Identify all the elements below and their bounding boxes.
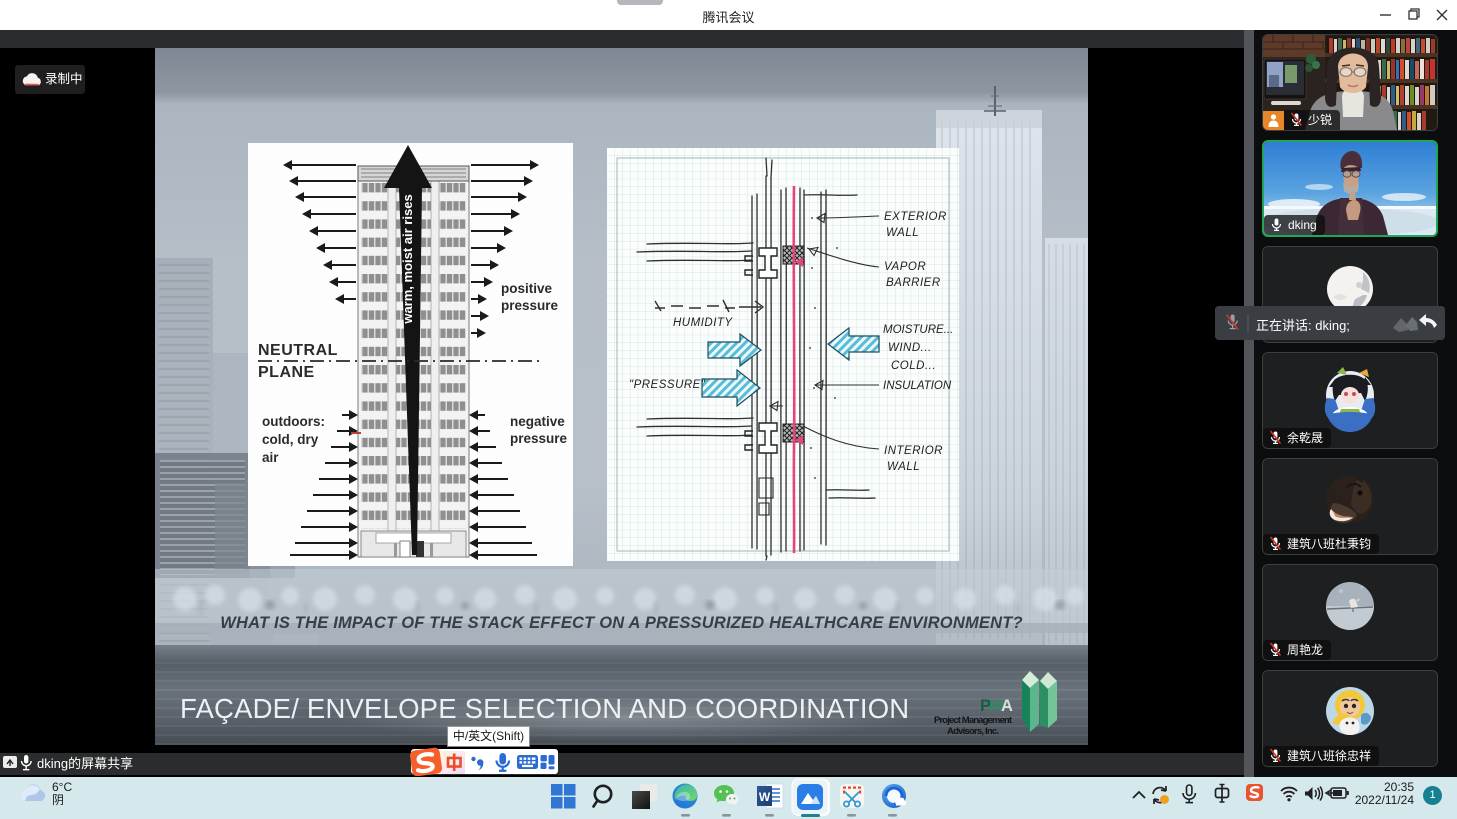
svg-text:A: A	[1001, 697, 1013, 715]
svg-text:warm, moist air rises: warm, moist air rises	[400, 194, 415, 324]
svg-text:COLD...: COLD...	[891, 360, 936, 372]
svg-text:Advisors, Inc.: Advisors, Inc.	[947, 726, 999, 737]
svg-text:outdoors:: outdoors:	[262, 414, 325, 429]
svg-text:cold, dry: cold, dry	[262, 432, 319, 447]
svg-text:INTERIOR: INTERIOR	[884, 445, 943, 457]
svg-text:EXTERIOR: EXTERIOR	[884, 211, 947, 223]
svg-text:W: W	[759, 790, 771, 804]
svg-text:PLANE: PLANE	[258, 364, 315, 381]
svg-text:INSULATION: INSULATION	[883, 380, 952, 392]
svg-text:WALL: WALL	[886, 227, 919, 239]
svg-text:pressure: pressure	[501, 298, 559, 313]
svg-text:positive: positive	[501, 281, 553, 296]
svg-text:MOISTURE...: MOISTURE...	[883, 324, 953, 336]
svg-text:air: air	[262, 450, 279, 465]
svg-text:Project Management: Project Management	[934, 715, 1013, 726]
svg-text:VAPOR: VAPOR	[884, 261, 926, 273]
svg-text:"PRESSURE": "PRESSURE"	[629, 379, 706, 391]
svg-text:BARRIER: BARRIER	[886, 277, 941, 289]
svg-text:WIND...: WIND...	[888, 342, 932, 354]
svg-text:negative: negative	[510, 414, 565, 429]
svg-text:WALL: WALL	[887, 461, 920, 473]
svg-text:NEUTRAL: NEUTRAL	[258, 342, 338, 359]
svg-text:HUMIDITY: HUMIDITY	[673, 317, 733, 329]
svg-text:pressure: pressure	[510, 431, 568, 446]
